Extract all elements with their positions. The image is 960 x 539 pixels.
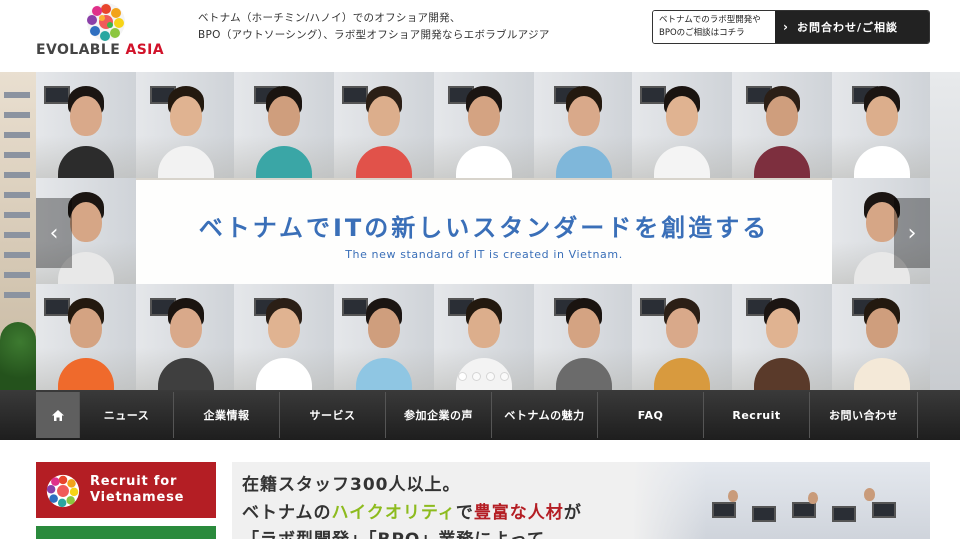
nav-news[interactable]: ニュース <box>80 392 174 438</box>
nav-contact[interactable]: お問い合わせ <box>810 392 918 438</box>
consult-cta[interactable]: ベトナムでのラボ型開発や BPOのご相談はコチラ › お問合わせ/ご相談 <box>652 10 930 44</box>
feature-highlight-quality: ハイクオリティ <box>331 503 456 523</box>
nav-label: Recruit <box>732 408 781 422</box>
nav-label: 企業情報 <box>203 409 250 422</box>
tagline-line-1: ベトナム（ホーチミン/ハノイ）でのオフショア開発、 <box>198 12 461 24</box>
feature-text-e: が <box>563 503 582 523</box>
green-banner[interactable] <box>36 526 216 539</box>
staff-photo <box>534 72 632 178</box>
staff-photo <box>234 72 334 178</box>
feature-text-a: ベトナムの <box>242 503 332 523</box>
nav-label: サービス <box>309 409 356 422</box>
consult-note-line-2: BPOのご相談はコチラ <box>659 28 745 38</box>
chevron-left-icon: ‹ <box>49 220 59 246</box>
right-edge-photo <box>930 72 960 390</box>
staff-photo <box>632 72 732 178</box>
staff-photo <box>36 284 136 390</box>
logo-word-asia: ASIA <box>125 42 165 58</box>
office-photo <box>632 462 930 539</box>
recruit-line-2: Vietnamese <box>90 490 185 505</box>
nav-label: お問い合わせ <box>829 409 898 422</box>
evolable-asia-logo[interactable]: EVOLABLE ASIA <box>36 2 176 62</box>
home-icon <box>51 409 64 421</box>
nav-faq[interactable]: FAQ <box>598 392 704 438</box>
consult-note-line-1: ベトナムでのラボ型開発や <box>659 15 761 25</box>
staff-photo <box>632 284 732 390</box>
logo-ball-icon <box>46 474 80 508</box>
slider-dot[interactable] <box>472 372 481 381</box>
staff-photo <box>136 72 234 178</box>
header-tagline: ベトナム（ホーチミン/ハノイ）でのオフショア開発、 BPO（アウトソーシング）、… <box>198 10 550 44</box>
hero-slider: ベトナムでITの新しいスタンダードを創造する The new standard … <box>0 72 960 390</box>
hero-banner: ベトナムでITの新しいスタンダードを創造する The new standard … <box>136 180 832 284</box>
staff-photo <box>334 72 434 178</box>
hero-title: ベトナムでITの新しいスタンダードを創造する <box>198 214 770 242</box>
staff-photo <box>832 72 930 178</box>
site-header: EVOLABLE ASIA ベトナム（ホーチミン/ハノイ）でのオフショア開発、 … <box>0 0 960 72</box>
nav-items: ニュース 企業情報 サービス 参加企業の声 ベトナムの魅力 FAQ Recruit お問い合わ… <box>36 392 918 438</box>
feature-subheadline: ベトナムのハイクオリティで豊富な人材が <box>242 498 582 523</box>
palm-tree-photo <box>0 322 36 390</box>
nav-home[interactable] <box>36 392 80 438</box>
slider-dots <box>458 372 509 381</box>
slider-dot[interactable] <box>486 372 495 381</box>
recruit-vietnamese-banner[interactable]: Recruit for Vietnamese <box>36 462 216 518</box>
nav-services[interactable]: サービス <box>280 392 386 438</box>
staff-photo <box>732 284 832 390</box>
consult-note: ベトナムでのラボ型開発や BPOのご相談はコチラ <box>653 11 775 43</box>
nav-label: ベトナムの魅力 <box>504 409 585 422</box>
staff-photo <box>334 284 434 390</box>
chevron-right-icon: › <box>907 220 917 246</box>
recruit-line-1: Recruit for <box>90 474 178 489</box>
main-nav: ニュース 企業情報 サービス 参加企業の声 ベトナムの魅力 FAQ Recruit お問い合わ… <box>0 390 960 440</box>
logo-word-evolable: EVOLABLE <box>36 42 121 58</box>
feature-line-3: 「ラボ型開発」「BPO」業務によって <box>242 525 545 539</box>
staff-photo <box>36 72 136 178</box>
nav-recruit[interactable]: Recruit <box>704 392 810 438</box>
nav-label: ニュース <box>103 409 150 422</box>
tagline-line-2: BPO（アウトソーシング）、ラボ型オフショア開発ならエボラブルアジア <box>198 29 550 41</box>
hero-subtitle: The new standard of IT is created in Vie… <box>345 248 623 261</box>
staff-photo <box>234 284 334 390</box>
slider-dot[interactable] <box>458 372 467 381</box>
staff-photo <box>534 284 632 390</box>
logo-wordmark: EVOLABLE ASIA <box>36 42 176 58</box>
feature-headline: 在籍スタッフ300人以上。 <box>242 475 461 495</box>
nav-vietnam[interactable]: ベトナムの魅力 <box>492 392 598 438</box>
slider-next-button[interactable]: › <box>894 198 930 268</box>
staff-photo <box>136 284 234 390</box>
staff-photo <box>434 72 534 178</box>
recruit-banner-text: Recruit for Vietnamese <box>90 474 184 506</box>
staff-photo <box>832 284 930 390</box>
feature-panel: 在籍スタッフ300人以上。 ベトナムのハイクオリティで豊富な人材が 「ラボ型開発… <box>232 462 930 539</box>
staff-photo <box>732 72 832 178</box>
nav-label: FAQ <box>637 408 664 422</box>
slider-dot[interactable] <box>500 372 509 381</box>
contact-consult-label: お問合わせ/ご相談 <box>797 21 899 34</box>
nav-label: 参加企業の声 <box>404 409 473 422</box>
logo-ball-icon <box>87 3 125 41</box>
feature-highlight-talent: 豊富な人材 <box>473 503 564 523</box>
nav-testimonials[interactable]: 参加企業の声 <box>386 392 492 438</box>
feature-text-c: で <box>455 503 474 523</box>
slider-prev-button[interactable]: ‹ <box>36 198 72 268</box>
chevron-right-icon: › <box>783 20 789 34</box>
nav-company[interactable]: 企業情報 <box>174 392 280 438</box>
contact-consult-button[interactable]: › お問合わせ/ご相談 <box>775 11 929 43</box>
